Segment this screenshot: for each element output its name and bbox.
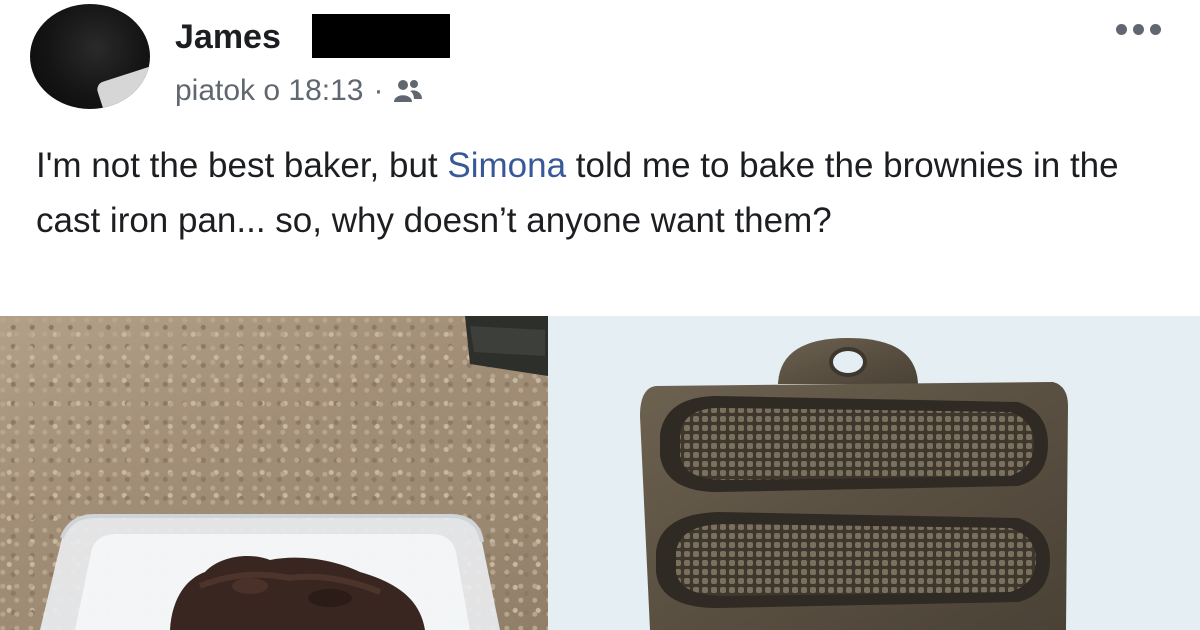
avatar-detail: [95, 65, 150, 109]
avatar[interactable]: [30, 4, 150, 109]
author-name[interactable]: James: [175, 18, 281, 57]
more-dot: [1150, 24, 1161, 35]
cast-iron-pan-illustration: [640, 338, 1068, 630]
photo-brownie[interactable]: [0, 316, 548, 630]
post-text: I'm not the best baker, but Simona told …: [36, 138, 1176, 248]
photo-collage: [0, 316, 1200, 630]
friends-icon[interactable]: [393, 78, 423, 104]
post-timestamp[interactable]: piatok o 18:13: [175, 74, 363, 108]
post-header: James piatok o 18:13 ·: [0, 0, 1200, 120]
mention-link[interactable]: Simona: [447, 146, 566, 185]
more-dot: [1116, 24, 1127, 35]
meta-separator: ·: [373, 74, 384, 107]
brownie-photo-illustration: [40, 316, 548, 630]
more-options-icon[interactable]: [1116, 24, 1161, 35]
redacted-surname: [312, 14, 450, 58]
more-dot: [1133, 24, 1144, 35]
photo-cornbread-pan[interactable]: [548, 316, 1200, 630]
post-meta: piatok o 18:13 ·: [175, 74, 423, 108]
post-text-start: I'm not the best baker, but: [36, 146, 448, 185]
facebook-post: James piatok o 18:13 · I'm not the best …: [0, 0, 1200, 630]
